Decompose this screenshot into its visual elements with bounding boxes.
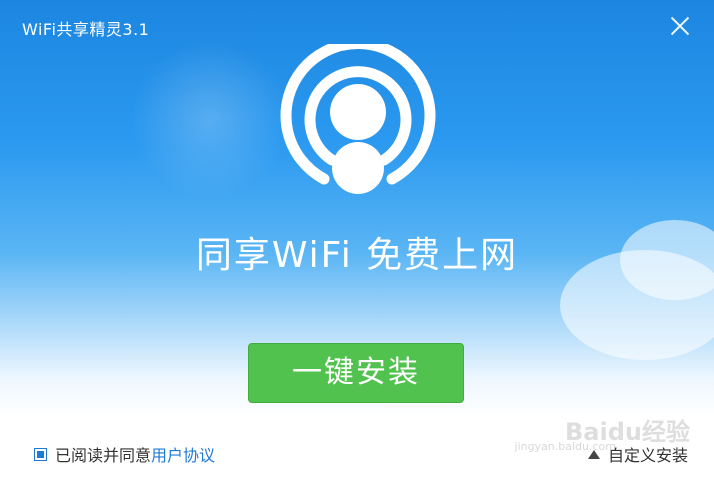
installer-window: WiFi共享精灵3.1 同享WiFi 免费上网 一键安装 Baidu经验 jin… [0, 0, 714, 486]
checkbox-check-icon [37, 450, 44, 458]
custom-install-label: 自定义安装 [607, 446, 688, 465]
wifi-logo-icon [280, 44, 436, 194]
agree-checkbox[interactable] [34, 447, 47, 461]
background-glow [130, 40, 290, 200]
custom-install-button[interactable]: 自定义安装 [587, 442, 688, 466]
triangle-up-icon [587, 449, 600, 459]
window-title: WiFi共享精灵3.1 [22, 20, 150, 39]
agree-text: 已阅读并同意 [55, 446, 152, 465]
close-icon[interactable] [666, 12, 694, 40]
user-agreement-link[interactable]: 用户协议 [151, 442, 215, 466]
one-click-install-button[interactable]: 一键安装 [248, 343, 464, 403]
agreement: 已阅读并同意 用户协议 [34, 442, 215, 466]
slogan: 同享WiFi 免费上网 [195, 235, 519, 276]
